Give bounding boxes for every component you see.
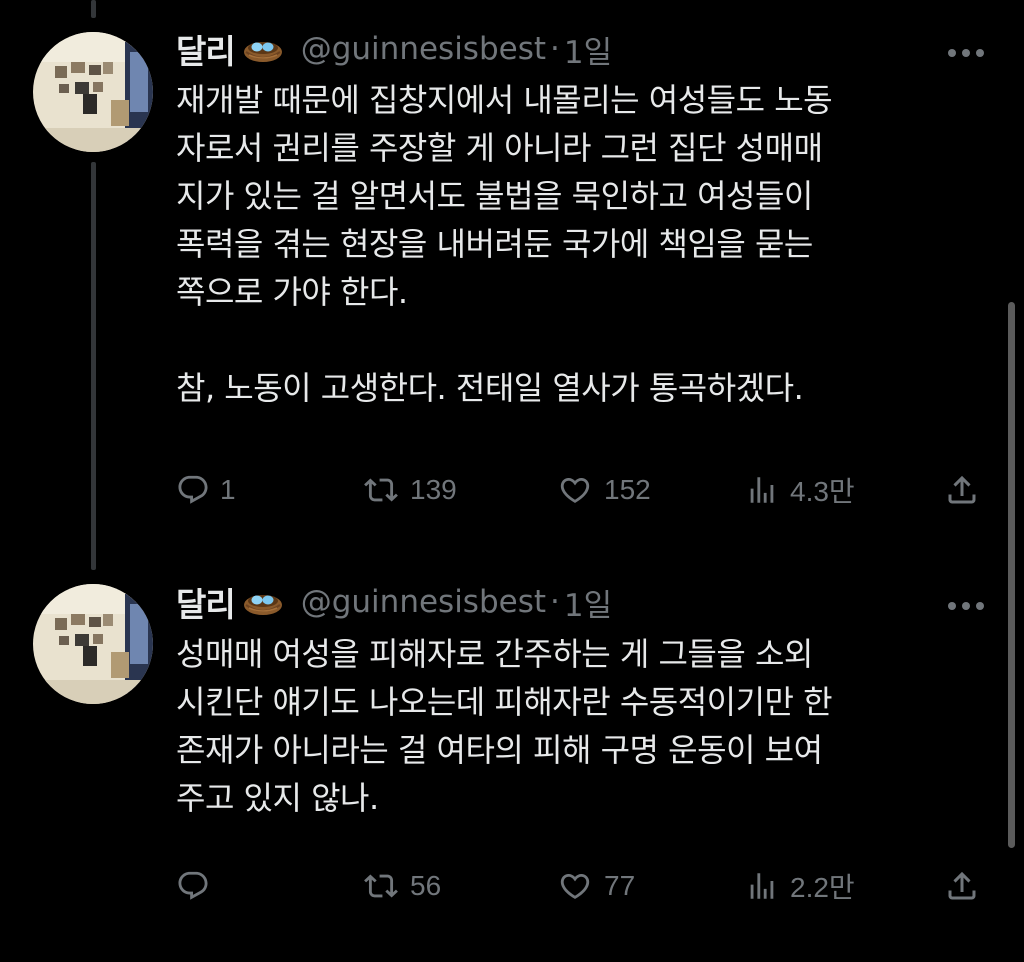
- author-name[interactable]: 달리: [176, 25, 236, 73]
- views-icon: [744, 473, 780, 507]
- share-button[interactable]: [944, 466, 980, 514]
- heart-icon: [556, 869, 594, 903]
- tweet-line: 참, 노동이 고생한다. 전태일 열사가 통곡하겠다.: [176, 369, 804, 407]
- views-button[interactable]: 2.2만: [744, 862, 855, 910]
- share-button[interactable]: [944, 862, 980, 910]
- tweet-actions: 1 139 152 4.3만: [176, 466, 996, 514]
- views-button[interactable]: 4.3만: [744, 466, 855, 514]
- tweet-timestamp[interactable]: 1일: [564, 27, 612, 72]
- reply-icon: [176, 473, 210, 507]
- tweet-header: 달리 @guinnesisbest · 1일: [176, 24, 612, 74]
- share-icon: [944, 472, 980, 508]
- scrollbar[interactable]: [1008, 302, 1015, 848]
- views-icon: [744, 869, 780, 903]
- views-count: 4.3만: [790, 476, 855, 507]
- tweet-line: 지가 있는 걸 알면서도 불법을 묵인하고 여성들이: [176, 177, 813, 215]
- tweet-text: 재개발 때문에 집창지에서 내몰리는 여성들도 노동 자로서 권리를 주장할 게…: [176, 76, 976, 412]
- views-count: 2.2만: [790, 872, 855, 903]
- avatar[interactable]: [33, 32, 153, 152]
- author-handle[interactable]: @guinnesisbest: [301, 31, 546, 67]
- tweet-line: 자로서 권리를 주장할 게 아니라 그런 집단 성매매: [176, 129, 823, 167]
- tweet-timestamp[interactable]: 1일: [564, 580, 612, 625]
- tweet-paragraph: 재개발 때문에 집창지에서 내몰리는 여성들도 노동 자로서 권리를 주장할 게…: [176, 76, 976, 316]
- more-icon[interactable]: [946, 597, 986, 610]
- tweet-1[interactable]: 달리 @guinnesisbest · 1일 재개발 때문에 집창지에서 내몰리…: [0, 0, 1024, 570]
- tweet-line: 쪽으로 가야 한다.: [176, 273, 408, 311]
- retweet-icon: [362, 473, 400, 507]
- tweet-line: 존재가 아니라는 걸 여타의 피해 구명 운동이 보여: [176, 731, 823, 769]
- tweet-header: 달리 @guinnesisbest · 1일: [176, 577, 612, 627]
- tweet-line: 성매매 여성을 피해자로 간주하는 게 그들을 소외: [176, 635, 813, 673]
- tweet-paragraph: 참, 노동이 고생한다. 전태일 열사가 통곡하겠다.: [176, 364, 976, 412]
- reply-button[interactable]: [176, 862, 220, 910]
- separator-dot: ·: [550, 31, 560, 67]
- tweet-line: 폭력을 겪는 현장을 내버려둔 국가에 책임을 묻는: [176, 225, 813, 263]
- tweet-paragraph: 성매매 여성을 피해자로 간주하는 게 그들을 소외 시킨단 얘기도 나오는데 …: [176, 630, 976, 822]
- separator-dot: ·: [550, 584, 560, 620]
- author-name[interactable]: 달리: [176, 578, 236, 626]
- like-button[interactable]: 77: [556, 862, 635, 910]
- retweet-button[interactable]: 139: [362, 466, 457, 514]
- share-icon: [944, 868, 980, 904]
- author-handle[interactable]: @guinnesisbest: [301, 584, 546, 620]
- tweet-actions: 56 77 2.2만: [176, 862, 996, 910]
- thread-line: [91, 162, 96, 570]
- retweet-count: 139: [410, 474, 457, 505]
- like-count: 77: [604, 870, 636, 901]
- tweet-line: 재개발 때문에 집창지에서 내몰리는 여성들도 노동: [176, 81, 833, 119]
- retweet-count: 56: [410, 870, 442, 901]
- tweet-2[interactable]: 달리 @guinnesisbest · 1일 성매매 여성을 피해자로 간주하는…: [0, 560, 1024, 962]
- reply-icon: [176, 869, 210, 903]
- thread-line-top: [91, 0, 96, 18]
- more-icon[interactable]: [946, 44, 986, 57]
- like-count: 152: [604, 474, 651, 505]
- tweet-line: 시킨단 얘기도 나오는데 피해자란 수동적이기만 한: [176, 683, 833, 721]
- like-button[interactable]: 152: [556, 466, 651, 514]
- retweet-button[interactable]: 56: [362, 862, 441, 910]
- avatar[interactable]: [33, 584, 153, 704]
- reply-count: 1: [220, 474, 236, 505]
- reply-button[interactable]: 1: [176, 466, 236, 514]
- tweet-line: 주고 있지 않나.: [176, 779, 379, 817]
- heart-icon: [556, 473, 594, 507]
- tweet-text: 성매매 여성을 피해자로 간주하는 게 그들을 소외 시킨단 얘기도 나오는데 …: [176, 630, 976, 822]
- retweet-icon: [362, 869, 400, 903]
- nest-eggs-icon: [243, 34, 283, 64]
- nest-eggs-icon: [243, 587, 283, 617]
